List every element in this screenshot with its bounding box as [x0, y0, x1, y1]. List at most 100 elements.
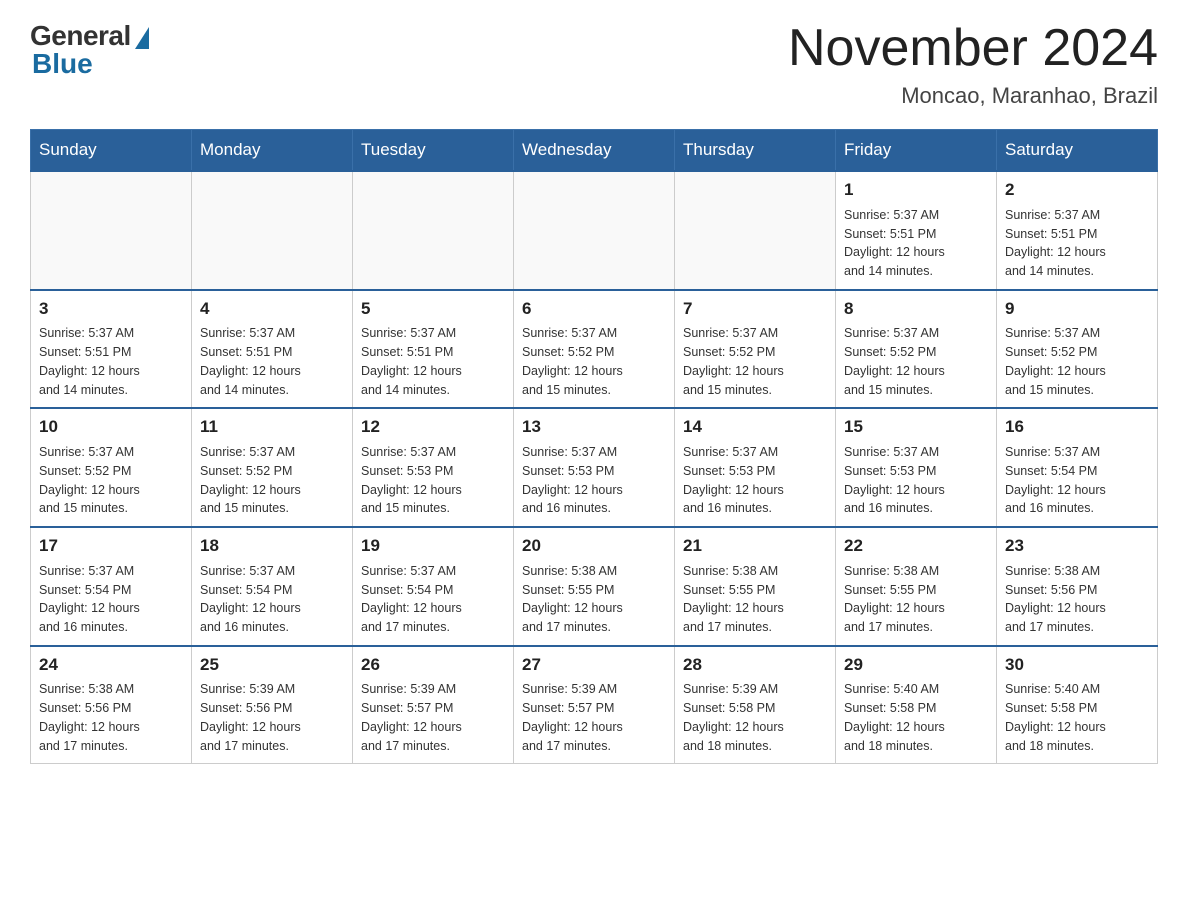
calendar-cell: 24Sunrise: 5:38 AMSunset: 5:56 PMDayligh…: [31, 646, 192, 764]
calendar-cell: [675, 171, 836, 290]
day-number: 18: [200, 534, 344, 559]
title-block: November 2024 Moncao, Maranhao, Brazil: [788, 20, 1158, 109]
weekday-header-row: SundayMondayTuesdayWednesdayThursdayFrid…: [31, 130, 1158, 172]
calendar-cell: [353, 171, 514, 290]
calendar-cell: 11 Sunrise: 5:37 AMSunset: 5:52 PMDayligh…: [192, 408, 353, 527]
day-info: Sunrise: 5:37 AMSunset: 5:51 PMDaylight:…: [1005, 206, 1149, 281]
day-number: 6: [522, 297, 666, 322]
calendar-cell: 26Sunrise: 5:39 AMSunset: 5:57 PMDayligh…: [353, 646, 514, 764]
day-number: 9: [1005, 297, 1149, 322]
day-info: Sunrise: 5:37 AMSunset: 5:53 PMDaylight:…: [683, 443, 827, 518]
calendar-cell: 16 Sunrise: 5:37 AMSunset: 5:54 PMDayligh…: [997, 408, 1158, 527]
weekday-header-saturday: Saturday: [997, 130, 1158, 172]
weekday-header-thursday: Thursday: [675, 130, 836, 172]
calendar-cell: 28Sunrise: 5:39 AMSunset: 5:58 PMDayligh…: [675, 646, 836, 764]
calendar-cell: 15 Sunrise: 5:37 AMSunset: 5:53 PMDayligh…: [836, 408, 997, 527]
weekday-header-friday: Friday: [836, 130, 997, 172]
day-info: Sunrise: 5:37 AMSunset: 5:52 PMDaylight:…: [200, 443, 344, 518]
calendar-cell: 27Sunrise: 5:39 AMSunset: 5:57 PMDayligh…: [514, 646, 675, 764]
day-info: Sunrise: 5:40 AMSunset: 5:58 PMDaylight:…: [844, 680, 988, 755]
weekday-header-tuesday: Tuesday: [353, 130, 514, 172]
calendar-cell: 30Sunrise: 5:40 AMSunset: 5:58 PMDayligh…: [997, 646, 1158, 764]
calendar-cell: 13 Sunrise: 5:37 AMSunset: 5:53 PMDayligh…: [514, 408, 675, 527]
day-number: 17: [39, 534, 183, 559]
calendar-cell: 6Sunrise: 5:37 AMSunset: 5:52 PMDaylight…: [514, 290, 675, 409]
day-info: Sunrise: 5:38 AMSunset: 5:55 PMDaylight:…: [683, 562, 827, 637]
day-number: 4: [200, 297, 344, 322]
week-row-2: 3Sunrise: 5:37 AMSunset: 5:51 PMDaylight…: [31, 290, 1158, 409]
day-number: 28: [683, 653, 827, 678]
calendar-cell: 20Sunrise: 5:38 AMSunset: 5:55 PMDayligh…: [514, 527, 675, 646]
calendar-cell: [31, 171, 192, 290]
day-number: 14: [683, 415, 827, 440]
logo-triangle-icon: [135, 27, 149, 49]
calendar-cell: 5Sunrise: 5:37 AMSunset: 5:51 PMDaylight…: [353, 290, 514, 409]
week-row-5: 24Sunrise: 5:38 AMSunset: 5:56 PMDayligh…: [31, 646, 1158, 764]
day-number: 2: [1005, 178, 1149, 203]
day-number: 15: [844, 415, 988, 440]
day-number: 19: [361, 534, 505, 559]
logo-blue-text: Blue: [32, 48, 93, 80]
day-number: 27: [522, 653, 666, 678]
day-info: Sunrise: 5:37 AMSunset: 5:53 PMDaylight:…: [522, 443, 666, 518]
day-number: 16: [1005, 415, 1149, 440]
calendar-cell: 22 Sunrise: 5:38 AMSunset: 5:55 PMDayligh…: [836, 527, 997, 646]
calendar-cell: 18Sunrise: 5:37 AMSunset: 5:54 PMDayligh…: [192, 527, 353, 646]
day-info: Sunrise: 5:37 AMSunset: 5:51 PMDaylight:…: [361, 324, 505, 399]
calendar-cell: 1 Sunrise: 5:37 AMSunset: 5:51 PMDaylight…: [836, 171, 997, 290]
calendar-cell: 8Sunrise: 5:37 AMSunset: 5:52 PMDaylight…: [836, 290, 997, 409]
calendar-table: SundayMondayTuesdayWednesdayThursdayFrid…: [30, 129, 1158, 764]
day-info: Sunrise: 5:37 AMSunset: 5:53 PMDaylight:…: [844, 443, 988, 518]
day-number: 10: [39, 415, 183, 440]
calendar-cell: 4Sunrise: 5:37 AMSunset: 5:51 PMDaylight…: [192, 290, 353, 409]
day-number: 13: [522, 415, 666, 440]
day-info: Sunrise: 5:38 AMSunset: 5:55 PMDaylight:…: [844, 562, 988, 637]
logo: General Blue: [30, 20, 149, 80]
month-title: November 2024: [788, 20, 1158, 77]
calendar-cell: 14 Sunrise: 5:37 AMSunset: 5:53 PMDayligh…: [675, 408, 836, 527]
weekday-header-sunday: Sunday: [31, 130, 192, 172]
day-number: 30: [1005, 653, 1149, 678]
page-header: General Blue November 2024 Moncao, Maran…: [30, 20, 1158, 109]
day-info: Sunrise: 5:37 AMSunset: 5:54 PMDaylight:…: [1005, 443, 1149, 518]
weekday-header-wednesday: Wednesday: [514, 130, 675, 172]
calendar-cell: 9Sunrise: 5:37 AMSunset: 5:52 PMDaylight…: [997, 290, 1158, 409]
day-info: Sunrise: 5:37 AMSunset: 5:52 PMDaylight:…: [522, 324, 666, 399]
day-number: 26: [361, 653, 505, 678]
day-info: Sunrise: 5:37 AMSunset: 5:54 PMDaylight:…: [39, 562, 183, 637]
calendar-cell: 3Sunrise: 5:37 AMSunset: 5:51 PMDaylight…: [31, 290, 192, 409]
day-info: Sunrise: 5:37 AMSunset: 5:52 PMDaylight:…: [1005, 324, 1149, 399]
calendar-cell: 7Sunrise: 5:37 AMSunset: 5:52 PMDaylight…: [675, 290, 836, 409]
day-number: 11: [200, 415, 344, 440]
day-info: Sunrise: 5:38 AMSunset: 5:55 PMDaylight:…: [522, 562, 666, 637]
week-row-3: 10 Sunrise: 5:37 AMSunset: 5:52 PMDayligh…: [31, 408, 1158, 527]
day-info: Sunrise: 5:37 AMSunset: 5:51 PMDaylight:…: [200, 324, 344, 399]
calendar-cell: 23Sunrise: 5:38 AMSunset: 5:56 PMDayligh…: [997, 527, 1158, 646]
calendar-cell: [192, 171, 353, 290]
calendar-cell: 19Sunrise: 5:37 AMSunset: 5:54 PMDayligh…: [353, 527, 514, 646]
day-info: Sunrise: 5:39 AMSunset: 5:57 PMDaylight:…: [361, 680, 505, 755]
calendar-cell: [514, 171, 675, 290]
day-info: Sunrise: 5:39 AMSunset: 5:56 PMDaylight:…: [200, 680, 344, 755]
day-number: 22: [844, 534, 988, 559]
day-number: 5: [361, 297, 505, 322]
day-number: 1: [844, 178, 988, 203]
day-number: 3: [39, 297, 183, 322]
calendar-cell: 21 Sunrise: 5:38 AMSunset: 5:55 PMDayligh…: [675, 527, 836, 646]
day-info: Sunrise: 5:37 AMSunset: 5:51 PMDaylight:…: [844, 206, 988, 281]
day-info: Sunrise: 5:37 AMSunset: 5:51 PMDaylight:…: [39, 324, 183, 399]
day-info: Sunrise: 5:39 AMSunset: 5:58 PMDaylight:…: [683, 680, 827, 755]
day-number: 8: [844, 297, 988, 322]
calendar-cell: 10 Sunrise: 5:37 AMSunset: 5:52 PMDayligh…: [31, 408, 192, 527]
calendar-cell: 17 Sunrise: 5:37 AMSunset: 5:54 PMDayligh…: [31, 527, 192, 646]
day-number: 25: [200, 653, 344, 678]
weekday-header-monday: Monday: [192, 130, 353, 172]
day-info: Sunrise: 5:37 AMSunset: 5:52 PMDaylight:…: [844, 324, 988, 399]
calendar-cell: 2 Sunrise: 5:37 AMSunset: 5:51 PMDaylight…: [997, 171, 1158, 290]
day-info: Sunrise: 5:38 AMSunset: 5:56 PMDaylight:…: [1005, 562, 1149, 637]
location-text: Moncao, Maranhao, Brazil: [788, 83, 1158, 109]
day-info: Sunrise: 5:37 AMSunset: 5:52 PMDaylight:…: [39, 443, 183, 518]
week-row-1: 1 Sunrise: 5:37 AMSunset: 5:51 PMDaylight…: [31, 171, 1158, 290]
day-info: Sunrise: 5:37 AMSunset: 5:52 PMDaylight:…: [683, 324, 827, 399]
day-number: 21: [683, 534, 827, 559]
